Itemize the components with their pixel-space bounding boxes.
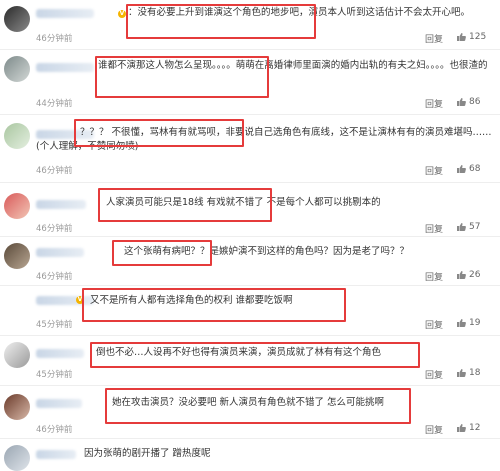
like-button[interactable]: 125 xyxy=(456,32,486,42)
comment-time: 46分钟前 xyxy=(36,166,73,176)
comment-time: 46分钟前 xyxy=(36,425,73,435)
avatar[interactable] xyxy=(4,6,30,32)
comment-text: 谁都不演那这人物怎么呈现。。。。萌萌在离婚律师里面演的婚内出轨的有夫之妇。。。。… xyxy=(98,60,488,71)
like-button[interactable]: 57 xyxy=(456,222,480,232)
username-blurred[interactable] xyxy=(36,296,94,305)
reply-button[interactable]: 回复 xyxy=(425,32,443,45)
divider xyxy=(0,335,500,336)
thumbs-up-icon xyxy=(457,319,466,327)
reply-button[interactable]: 回复 xyxy=(425,423,443,436)
comment-time: 45分钟前 xyxy=(36,370,73,380)
like-count: 57 xyxy=(469,222,481,232)
username-blurred[interactable] xyxy=(36,450,76,459)
like-count: 18 xyxy=(469,368,481,378)
like-button[interactable]: 86 xyxy=(456,97,480,107)
divider xyxy=(0,438,500,439)
username-blurred[interactable] xyxy=(36,63,94,72)
like-button[interactable]: 19 xyxy=(456,318,480,328)
divider xyxy=(0,182,500,183)
thumbs-up-icon xyxy=(457,33,466,41)
avatar[interactable] xyxy=(4,445,30,471)
thumbs-up-icon xyxy=(457,98,466,106)
like-button[interactable]: 12 xyxy=(456,423,480,433)
comment-text: ：没有必要上升到谁演这个角色的地步吧，演员本人听到这话估计不会太开心吧。 xyxy=(128,7,471,18)
vip-badge-icon: V xyxy=(76,296,84,304)
avatar[interactable] xyxy=(4,394,30,420)
comment-text: 又不是所有人都有选择角色的权利 谁都要吃饭啊 xyxy=(90,295,293,306)
reply-button[interactable]: 回复 xyxy=(425,222,443,235)
username-blurred[interactable] xyxy=(36,248,84,257)
comment-text: 人家演员可能只是18线 有戏就不错了 不是每个人都可以挑剔本的 xyxy=(106,197,381,208)
comment-text: 因为张萌的剧开播了 蹭热度呢 xyxy=(84,448,211,459)
comment-time: 45分钟前 xyxy=(36,320,73,330)
like-count: 19 xyxy=(469,318,481,328)
thumbs-up-icon xyxy=(457,223,466,231)
username-blurred[interactable] xyxy=(36,349,84,358)
avatar[interactable] xyxy=(4,123,30,149)
comment-text: ？？？ 不很懂，骂林有有就骂呗，非要说自己选角色有底线，这不是让演林有有的演员难… xyxy=(36,127,492,152)
comment-text: 她在攻击演员？没必要吧 新人演员有角色就不错了 怎么可能挑啊 xyxy=(112,397,385,408)
like-button[interactable]: 68 xyxy=(456,164,480,174)
comment-text: 倒也不必…人设再不好也得有演员来演，演员成就了林有有这个角色 xyxy=(96,347,382,358)
comment-time: 46分钟前 xyxy=(36,224,73,234)
reply-button[interactable]: 回复 xyxy=(425,368,443,381)
thumbs-up-icon xyxy=(457,369,466,377)
divider xyxy=(0,385,500,386)
divider xyxy=(0,114,500,115)
avatar[interactable] xyxy=(4,56,30,82)
avatar[interactable] xyxy=(4,193,30,219)
divider xyxy=(0,49,500,50)
like-button[interactable]: 26 xyxy=(456,270,480,280)
reply-button[interactable]: 回复 xyxy=(425,164,443,177)
comment-time: 46分钟前 xyxy=(36,34,73,44)
reply-button[interactable]: 回复 xyxy=(425,318,443,331)
avatar[interactable] xyxy=(4,342,30,368)
username-blurred[interactable] xyxy=(36,200,86,209)
comment-time: 44分钟前 xyxy=(36,99,73,109)
avatar[interactable] xyxy=(4,243,30,269)
like-count: 86 xyxy=(469,97,481,107)
comment-time: 46分钟前 xyxy=(36,272,73,282)
like-count: 68 xyxy=(469,164,481,174)
comment-text: 这个张萌有病吧？？是嫉妒演不到这样的角色吗？因为是老了吗？？ xyxy=(124,246,410,257)
like-count: 12 xyxy=(469,423,481,433)
username-blurred[interactable] xyxy=(36,399,82,408)
reply-button[interactable]: 回复 xyxy=(425,97,443,110)
like-button[interactable]: 18 xyxy=(456,368,480,378)
reply-button[interactable]: 回复 xyxy=(425,270,443,283)
like-count: 125 xyxy=(469,32,487,42)
like-count: 26 xyxy=(469,270,481,280)
vip-badge-icon: V xyxy=(118,10,126,18)
divider xyxy=(0,236,500,237)
thumbs-up-icon xyxy=(457,165,466,173)
thumbs-up-icon xyxy=(457,424,466,432)
username-blurred[interactable] xyxy=(36,9,94,18)
thumbs-up-icon xyxy=(457,271,466,279)
divider xyxy=(0,285,500,286)
